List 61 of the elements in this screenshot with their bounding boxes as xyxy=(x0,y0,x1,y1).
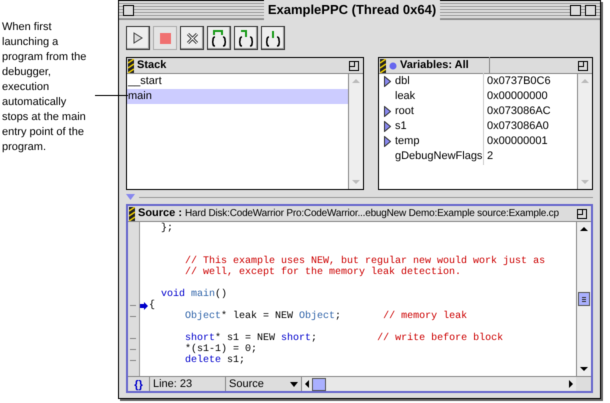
disclosure-triangle-icon[interactable] xyxy=(384,136,390,147)
step-icon xyxy=(265,29,281,47)
dot-icon xyxy=(389,62,397,70)
cross-icon xyxy=(186,32,198,44)
step-icon xyxy=(238,29,254,47)
variable-name: temp xyxy=(395,134,420,150)
scroll-thumb[interactable] xyxy=(578,292,590,306)
disclosure-triangle-icon[interactable] xyxy=(384,106,390,117)
stack-item[interactable]: main xyxy=(127,89,348,104)
zoom-box[interactable] xyxy=(570,4,581,16)
code-line: void main() xyxy=(160,289,228,300)
stack-item[interactable]: __start xyxy=(127,74,348,89)
caption: When first launching a program from the debugger, execution automatically stops at the main entry point of the program. xyxy=(1,20,88,155)
code-line: }; xyxy=(160,223,174,234)
file-path: Hard Disk:CodeWarrior Pro:CodeWarrior...ebugNew Demo:Example source:Example.cp xyxy=(185,207,559,221)
variable-value: 0x073086AC xyxy=(483,103,551,120)
window-title: ExamplePPC (Thread 0x64) xyxy=(264,0,440,20)
toolbar-button[interactable] xyxy=(180,26,204,50)
code-line: short* s1 = NEW short; // write before block xyxy=(184,333,504,344)
toolbar-button[interactable] xyxy=(126,26,150,50)
play-icon xyxy=(133,32,143,44)
code-line: *(s1-1) = 0; xyxy=(184,344,258,355)
code-line: delete s1; xyxy=(184,355,246,366)
pane-title: Source : xyxy=(138,206,182,222)
line-number: Line: 23 xyxy=(150,377,226,391)
variable-name: dbl xyxy=(395,74,411,90)
variable-value: 2 xyxy=(483,148,494,165)
close-box[interactable] xyxy=(123,4,134,16)
code-line: // well, except for the memory leak detection. xyxy=(184,267,462,278)
disclosure-triangle-icon[interactable] xyxy=(384,76,390,87)
code-line: { xyxy=(149,300,156,311)
zoom-icon[interactable] xyxy=(577,208,587,218)
variable-name: leak xyxy=(395,89,416,104)
functions-popup[interactable]: {} xyxy=(128,377,150,391)
vertical-scrollbar[interactable] xyxy=(576,222,591,376)
disclosure-triangle-icon[interactable] xyxy=(384,121,390,132)
collapse-box[interactable] xyxy=(585,4,596,16)
scroll-thumb[interactable] xyxy=(312,378,326,390)
code-line: // This example uses NEW, but regular new would work just as xyxy=(184,256,546,267)
variable-name: root xyxy=(395,104,415,120)
toolbar-button[interactable] xyxy=(234,26,258,50)
pane-title: Variables: All xyxy=(400,57,490,74)
toolbar-button[interactable] xyxy=(261,26,285,50)
variable-value: 0x00000000 xyxy=(483,88,548,105)
grip-icon xyxy=(380,58,386,72)
dropdown-arrow-icon xyxy=(290,382,298,386)
variable-value: 0x073086A0 xyxy=(483,118,549,135)
code-line: Object* leak = NEW Object; // memory leak xyxy=(184,311,468,322)
grip-icon xyxy=(129,206,135,220)
pane-title: Stack xyxy=(137,58,166,74)
variable-name: s1 xyxy=(395,119,408,134)
zoom-icon[interactable] xyxy=(578,60,588,70)
grip-icon xyxy=(128,58,134,72)
step-icon xyxy=(211,29,227,47)
horizontal-scrollbar[interactable] xyxy=(302,377,576,391)
variable-value: 0x0737B0C6 xyxy=(483,73,551,90)
variable-value: 0x00000001 xyxy=(483,133,548,150)
variable-name: gDebugNewFlags xyxy=(395,149,483,164)
toolbar-button[interactable] xyxy=(207,26,231,50)
zoom-icon[interactable] xyxy=(349,60,359,70)
right-arrow-icon[interactable] xyxy=(566,379,576,389)
